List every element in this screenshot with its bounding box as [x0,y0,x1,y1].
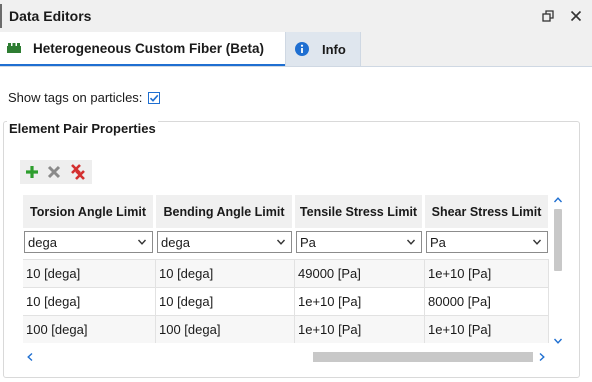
column-header[interactable]: Torsion Angle Limit [23,195,154,228]
grid-toolbar [20,160,92,184]
fiber-icon [6,40,22,56]
table-cell[interactable]: 80000 [Pa] [425,287,549,315]
panel-title: Data Editors [9,8,92,24]
chevron-down-icon [406,239,416,245]
chevron-down-icon [532,239,542,245]
table-cell[interactable]: 1e+10 [Pa] [425,315,549,343]
show-tags-row: Show tags on particles: [8,90,161,105]
table-cell[interactable]: 100 [dega] [156,315,295,343]
show-tags-checkbox[interactable] [148,91,161,104]
tab-info[interactable]: Info [285,32,361,66]
unit-select[interactable]: Pa [296,231,422,253]
column-header[interactable]: Bending Angle Limit [156,195,293,228]
scroll-right-icon[interactable] [537,352,547,362]
column-header[interactable]: Shear Stress Limit [425,195,549,228]
column-header[interactable]: Tensile Stress Limit [295,195,423,228]
unit-select[interactable]: Pa [426,231,548,253]
restore-icon[interactable] [540,8,556,24]
table-cell[interactable]: 1e+10 [Pa] [425,259,549,287]
titlebar-accent [0,4,2,28]
table-cell[interactable]: 10 [dega] [156,287,295,315]
add-icon[interactable] [22,162,42,182]
vertical-scrollbar[interactable] [551,195,565,348]
scroll-left-icon[interactable] [25,352,35,362]
tab-label: Info [322,41,346,57]
remove-icon[interactable] [44,162,64,182]
group-title: Element Pair Properties [7,121,158,136]
properties-grid: Torsion Angle Limit Bending Angle Limit … [23,195,549,348]
table-cell[interactable]: 10 [dega] [23,287,156,315]
table-cell[interactable]: 100 [dega] [23,315,156,343]
remove-all-icon[interactable] [68,162,88,182]
info-icon [294,41,310,57]
vertical-scroll-thumb[interactable] [554,209,562,271]
table-cell[interactable]: 49000 [Pa] [295,259,425,287]
scroll-up-icon[interactable] [553,195,563,205]
tab-heterogeneous-fiber[interactable]: Heterogeneous Custom Fiber (Beta) [0,32,285,66]
table-cell[interactable]: 10 [dega] [23,259,156,287]
horizontal-scroll-thumb[interactable] [313,352,533,362]
table-cell[interactable]: 1e+10 [Pa] [295,287,425,315]
table-cell[interactable]: 10 [dega] [156,259,295,287]
tab-label: Heterogeneous Custom Fiber (Beta) [33,40,265,56]
chevron-down-icon [276,239,286,245]
unit-select[interactable]: dega [157,231,292,253]
close-icon[interactable] [568,8,584,24]
horizontal-scrollbar[interactable] [23,349,549,365]
chevron-down-icon [137,239,147,245]
panel-titlebar: Data Editors [0,0,592,32]
tab-bar: Heterogeneous Custom Fiber (Beta) Info [0,32,592,67]
scroll-down-icon[interactable] [553,336,563,346]
show-tags-label: Show tags on particles: [8,90,143,105]
table-cell[interactable]: 1e+10 [Pa] [295,315,425,343]
unit-select[interactable]: dega [24,231,153,253]
